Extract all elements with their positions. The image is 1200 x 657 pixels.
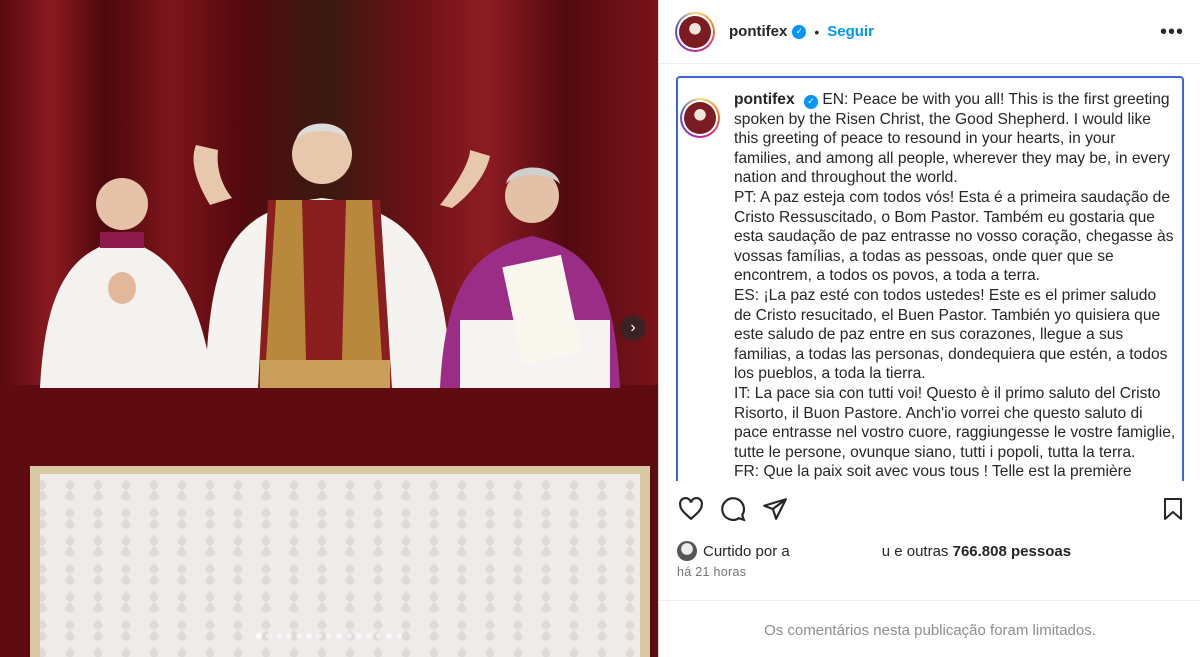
caption-paragraph-pt: PT: A paz esteja com todos vós! Esta é a…: [734, 188, 1174, 285]
save-button[interactable]: [1159, 495, 1187, 523]
likes-count[interactable]: 766.808 pessoas: [953, 543, 1071, 560]
bookmark-icon: [1164, 498, 1182, 520]
carousel-dot[interactable]: [386, 633, 392, 639]
carousel-dot[interactable]: [286, 633, 292, 639]
carousel-dot[interactable]: [356, 633, 362, 639]
divider: [659, 600, 1200, 601]
action-bar: [677, 494, 1187, 524]
post-side-panel: pontifex ✓ • Seguir ••• pontifex ✓ EN: P…: [658, 0, 1200, 657]
carousel-dot[interactable]: [326, 633, 332, 639]
carousel-dot[interactable]: [316, 633, 322, 639]
separator-dot: •: [814, 23, 820, 40]
carousel-dot[interactable]: [376, 633, 382, 639]
chevron-right-icon: ›: [630, 319, 636, 336]
carousel-dot[interactable]: [336, 633, 342, 639]
author-avatar[interactable]: [675, 11, 715, 52]
caption-paragraph-es: ES: ¡La paz esté con todos ustedes! Este…: [734, 286, 1168, 383]
post-header: pontifex ✓ • Seguir •••: [659, 0, 1200, 64]
caption-paragraph-fr: FR: Que la paix soit avec vous tous ! Te…: [734, 463, 1132, 481]
carousel-dot[interactable]: [346, 633, 352, 639]
verified-badge-icon: ✓: [792, 24, 807, 39]
caption-scroll-area[interactable]: pontifex ✓ EN: Peace be with you all! Th…: [676, 76, 1184, 481]
heart-icon: [679, 496, 703, 521]
caption-text: pontifex ✓ EN: Peace be with you all! Th…: [734, 90, 1182, 481]
caption-paragraph-en: EN: Peace be with you all! This is the f…: [734, 91, 1170, 187]
comments-limited-notice: Os comentários nesta publicação foram li…: [764, 622, 1096, 639]
carousel-dot[interactable]: [276, 633, 282, 639]
caption-paragraph-it: IT: La pace sia con tutti voi! Questo è …: [734, 384, 1176, 461]
carousel-dot[interactable]: [296, 633, 302, 639]
carousel-dot[interactable]: [266, 633, 272, 639]
carousel-dots: [0, 633, 658, 639]
carousel-dot[interactable]: [306, 633, 312, 639]
instagram-post: › pontifex ✓ • Seguir ••• pontifex ✓ EN:…: [0, 0, 1200, 657]
share-icon: [763, 498, 787, 520]
author-username[interactable]: pontifex: [729, 23, 787, 40]
verified-badge-icon: ✓: [803, 94, 818, 109]
carousel-dot[interactable]: [366, 633, 372, 639]
next-slide-button[interactable]: ›: [620, 315, 646, 341]
post-media[interactable]: ›: [0, 0, 658, 657]
carousel-dot[interactable]: [256, 633, 262, 639]
likes-suffix: u e outras: [881, 542, 949, 560]
post-timestamp[interactable]: há 21 horas: [677, 565, 746, 579]
share-button[interactable]: [761, 495, 789, 523]
likes-summary: Curtido por a u e outras 766.808 pessoas: [677, 541, 1071, 561]
like-button[interactable]: [677, 495, 705, 523]
caption-username[interactable]: pontifex: [734, 91, 795, 108]
post-photo: [0, 0, 658, 657]
caption-author-avatar[interactable]: [680, 98, 720, 138]
likes-prefix: Curtido por a: [703, 542, 790, 560]
carousel-dot[interactable]: [396, 633, 402, 639]
more-options-icon[interactable]: •••: [1160, 22, 1184, 42]
comment-button[interactable]: [719, 495, 747, 523]
follow-button[interactable]: Seguir: [827, 23, 874, 40]
comment-icon: [721, 497, 746, 522]
liker-avatar[interactable]: [677, 541, 697, 561]
